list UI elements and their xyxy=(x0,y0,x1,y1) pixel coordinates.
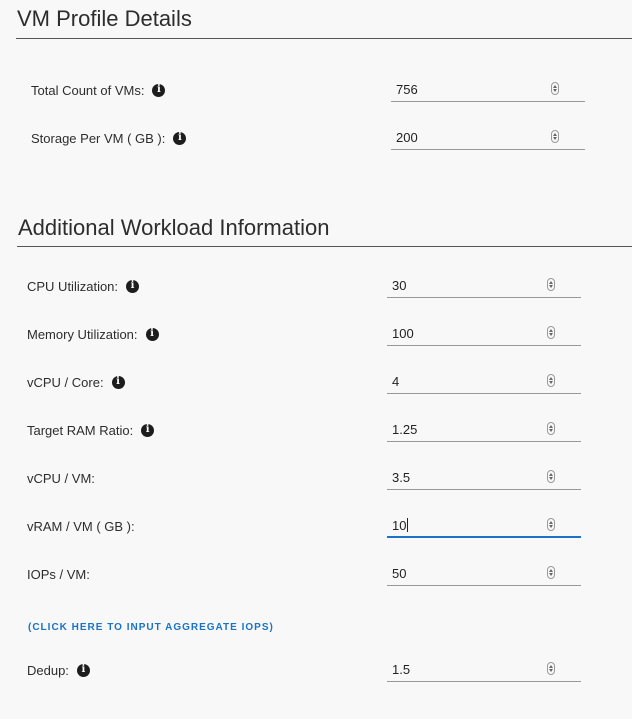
iops-vm-input[interactable] xyxy=(392,563,542,583)
memory-utilization-label: Memory Utilization: i xyxy=(27,325,159,343)
workload-title: Additional Workload Information xyxy=(18,215,330,240)
info-icon[interactable]: i xyxy=(111,375,125,389)
memory-utilization-input[interactable] xyxy=(392,323,542,343)
spinner-arrows-icon[interactable] xyxy=(547,566,555,579)
target-ram-ratio-input[interactable] xyxy=(392,419,542,439)
dedup-field[interactable] xyxy=(387,658,581,682)
info-icon[interactable]: i xyxy=(173,131,187,145)
spinner-arrows-icon[interactable] xyxy=(547,662,555,675)
info-icon[interactable]: i xyxy=(76,663,90,677)
vcpu-core-field[interactable] xyxy=(387,370,581,394)
text-caret xyxy=(407,518,408,532)
target-ram-ratio-field[interactable] xyxy=(387,418,581,442)
section-divider xyxy=(17,246,632,247)
cpu-utilization-label: CPU Utilization: i xyxy=(27,277,140,295)
vm-profile-title: VM Profile Details xyxy=(17,6,192,31)
section-divider xyxy=(16,38,632,39)
storage-per-vm-input[interactable] xyxy=(396,127,546,147)
total-vms-label: Total Count of VMs: i xyxy=(31,81,166,99)
storage-per-vm-label-text: Storage Per VM ( GB ): xyxy=(31,130,166,146)
spinner-arrows-icon[interactable] xyxy=(547,470,555,483)
vcpu-core-label: vCPU / Core: i xyxy=(27,373,125,391)
total-vms-field[interactable] xyxy=(391,78,585,102)
cpu-utilization-input[interactable] xyxy=(392,275,542,295)
vram-vm-input[interactable] xyxy=(392,515,542,535)
target-ram-ratio-label-text: Target RAM Ratio: xyxy=(27,422,134,438)
spinner-arrows-icon[interactable] xyxy=(547,422,555,435)
spinner-arrows-icon[interactable] xyxy=(551,130,559,143)
info-icon[interactable]: i xyxy=(152,83,166,97)
total-vms-label-text: Total Count of VMs: xyxy=(31,82,145,98)
iops-vm-field[interactable] xyxy=(387,562,581,586)
iops-vm-label: IOPs / VM: xyxy=(27,565,90,583)
info-icon[interactable]: i xyxy=(141,423,155,437)
dedup-input[interactable] xyxy=(392,659,542,679)
total-vms-input[interactable] xyxy=(396,79,546,99)
info-icon[interactable]: i xyxy=(145,327,159,341)
vcpu-vm-label-text: vCPU / VM: xyxy=(27,470,95,486)
dedup-label: Dedup: i xyxy=(27,661,90,679)
vram-vm-field[interactable] xyxy=(387,514,581,538)
storage-per-vm-label: Storage Per VM ( GB ): i xyxy=(31,129,187,147)
vcpu-core-input[interactable] xyxy=(392,371,542,391)
spinner-arrows-icon[interactable] xyxy=(551,82,559,95)
cpu-utilization-label-text: CPU Utilization: xyxy=(27,278,119,294)
cpu-utilization-field[interactable] xyxy=(387,274,581,298)
info-icon[interactable]: i xyxy=(126,279,140,293)
spinner-arrows-icon[interactable] xyxy=(547,326,555,339)
storage-per-vm-field[interactable] xyxy=(391,126,585,150)
spinner-arrows-icon[interactable] xyxy=(547,374,555,387)
memory-utilization-field[interactable] xyxy=(387,322,581,346)
vcpu-core-label-text: vCPU / Core: xyxy=(27,374,104,390)
memory-utilization-label-text: Memory Utilization: xyxy=(27,326,138,342)
vcpu-vm-label: vCPU / VM: xyxy=(27,469,95,487)
spinner-arrows-icon[interactable] xyxy=(547,278,555,291)
dedup-label-text: Dedup: xyxy=(27,662,69,678)
vram-vm-label-text: vRAM / VM ( GB ): xyxy=(27,518,135,534)
target-ram-ratio-label: Target RAM Ratio: i xyxy=(27,421,155,439)
spinner-arrows-icon[interactable] xyxy=(547,518,555,531)
aggregate-iops-link[interactable]: (CLICK HERE TO INPUT AGGREGATE IOPS) xyxy=(28,622,274,633)
vram-vm-label: vRAM / VM ( GB ): xyxy=(27,517,135,535)
vcpu-vm-field[interactable] xyxy=(387,466,581,490)
vcpu-vm-input[interactable] xyxy=(392,467,542,487)
iops-vm-label-text: IOPs / VM: xyxy=(27,566,90,582)
